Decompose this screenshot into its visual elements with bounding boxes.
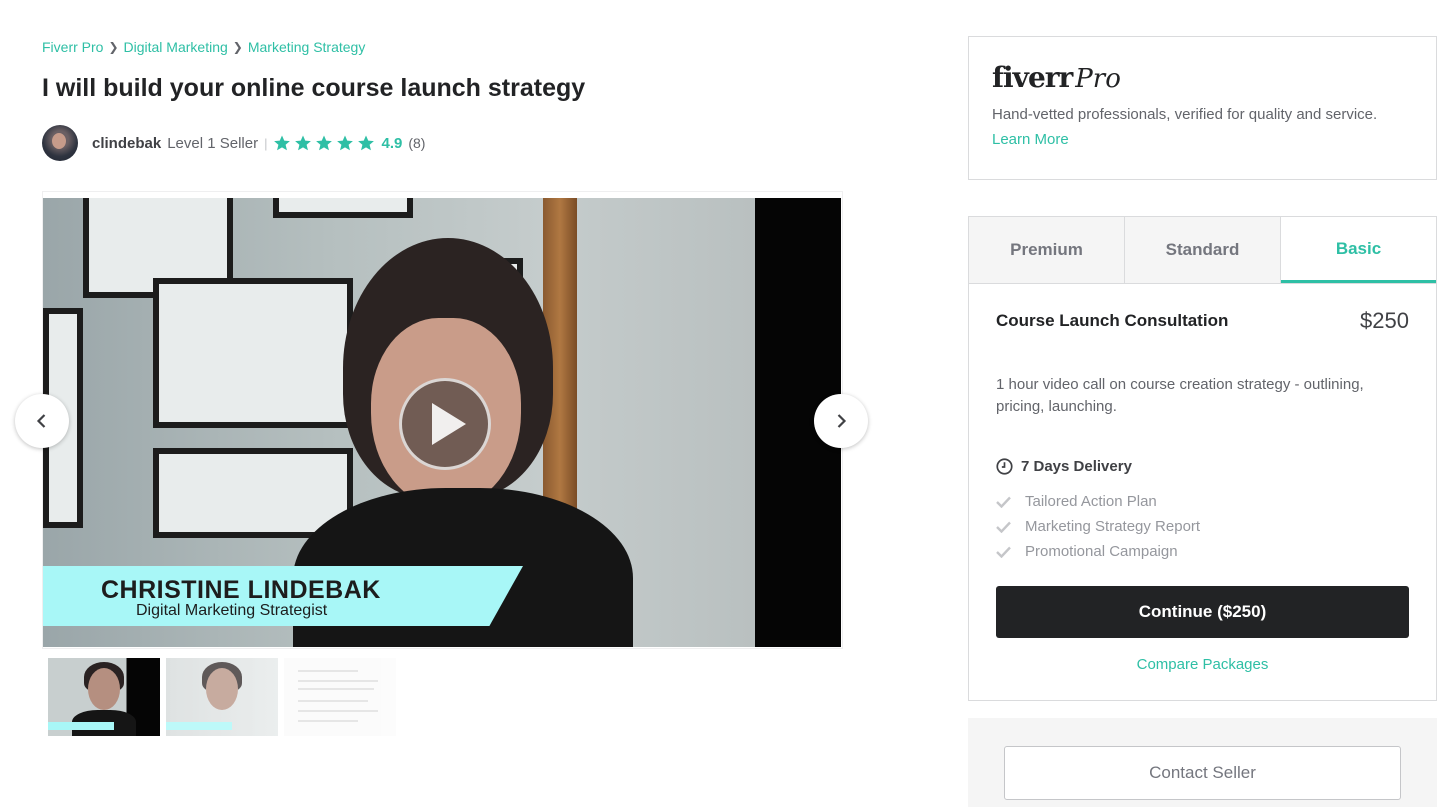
clock-icon [996,458,1013,475]
check-icon [996,546,1011,558]
fiverr-pro-logo: fiverr Pro [992,61,1121,94]
thumbnail-document[interactable] [284,658,396,736]
star-icon [316,135,333,151]
chevron-right-icon [837,414,847,428]
learn-more-link[interactable]: Learn More [992,131,1069,148]
seller-overview: clindebak Level 1 Seller | 4.9 (8) [42,125,425,161]
star-icon [274,135,291,151]
gallery-next-button[interactable] [814,394,868,448]
play-button[interactable] [399,378,491,470]
check-icon [996,521,1011,533]
chevron-right-icon: ❯ [108,40,119,54]
thumbnail-video[interactable] [48,658,160,736]
star-icon [295,135,312,151]
tab-standard[interactable]: Standard [1125,217,1281,283]
package-name: Course Launch Consultation [996,311,1229,330]
gig-title: I will build your online course launch s… [42,74,586,102]
package-tabs: Premium Standard Basic [969,217,1436,284]
package-price: $250 [1360,308,1409,333]
fiverr-pro-card: fiverr Pro Hand-vetted professionals, ve… [968,36,1437,180]
packages-card: Premium Standard Basic Course Launch Con… [968,216,1437,701]
divider: | [264,135,268,151]
feature-item: Promotional Campaign [996,539,1409,564]
rating-stars [273,134,375,152]
chevron-left-icon [36,414,46,428]
thumbnail-image[interactable] [166,658,278,736]
seller-avatar[interactable] [42,125,78,161]
seller-level: Level 1 Seller [167,134,259,152]
feature-item: Tailored Action Plan [996,489,1409,514]
breadcrumb-marketing-strategy[interactable]: Marketing Strategy [248,39,366,55]
gallery-thumbnails [48,658,396,736]
feature-list: Tailored Action Plan Marketing Strategy … [996,489,1409,564]
contact-section: Contact Seller [968,718,1437,807]
gallery-prev-button[interactable] [15,394,69,448]
play-icon [432,403,466,445]
feature-item: Marketing Strategy Report [996,514,1409,539]
rating-score: 4.9 [381,134,403,152]
contact-seller-button[interactable]: Contact Seller [1004,746,1401,800]
chevron-right-icon: ❯ [232,40,243,54]
breadcrumb: Fiverr Pro ❯ Digital Marketing ❯ Marketi… [42,39,365,55]
pro-description: Hand-vetted professionals, verified for … [992,106,1378,123]
delivery-time: 7 Days Delivery [996,458,1409,475]
package-description: 1 hour video call on course creation str… [996,376,1364,415]
video-player[interactable]: CHRISTINE LINDEBAK Digital Marketing Str… [43,198,841,647]
star-icon [337,135,354,151]
breadcrumb-fiverr-pro[interactable]: Fiverr Pro [42,39,103,55]
star-icon [358,135,375,151]
continue-button[interactable]: Continue ($250) [996,586,1409,638]
tab-basic[interactable]: Basic [1281,217,1436,283]
review-count[interactable]: (8) [408,135,425,151]
check-icon [996,496,1011,508]
compare-packages-link[interactable]: Compare Packages [996,656,1409,673]
lower-third-name: CHRISTINE LINDEBAK [101,576,381,604]
breadcrumb-digital-marketing[interactable]: Digital Marketing [124,39,228,55]
seller-username[interactable]: clindebak [92,135,161,152]
tab-premium[interactable]: Premium [969,217,1125,283]
lower-third-role: Digital Marketing Strategist [136,602,328,619]
